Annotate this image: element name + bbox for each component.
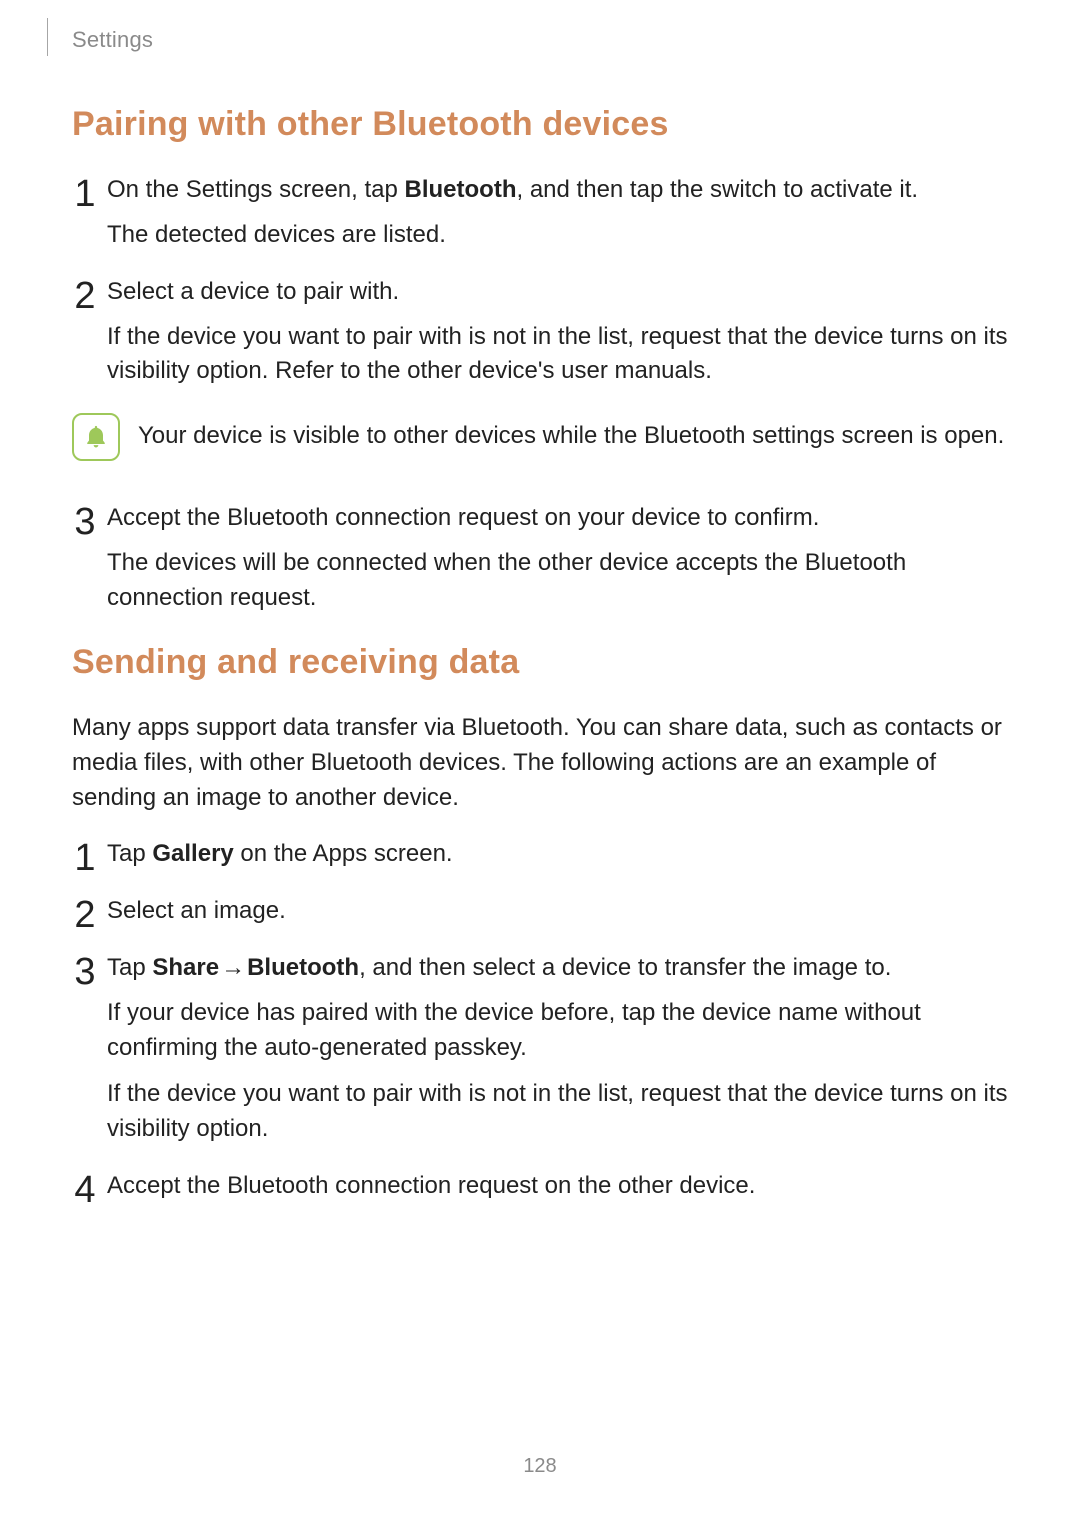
step-b3-text: Tap Share → Bluetooth, and then select a… xyxy=(107,951,1008,986)
bold-bluetooth: Bluetooth xyxy=(405,176,517,203)
step-b3-sub1: If your device has paired with the devic… xyxy=(107,996,1008,1066)
bell-icon xyxy=(72,413,120,461)
bold-bluetooth-2: Bluetooth xyxy=(247,954,359,981)
step-b1-text: Tap Gallery on the Apps screen. xyxy=(107,837,1008,872)
step-2-text: Select a device to pair with. xyxy=(107,275,1008,310)
step-3-text: Accept the Bluetooth connection request … xyxy=(107,501,1008,536)
step-2-sub: If the device you want to pair with is n… xyxy=(107,320,1008,390)
section-intro: Many apps support data transfer via Blue… xyxy=(72,711,1008,815)
step-b2: Select an image. xyxy=(72,894,1008,929)
note-box: Your device is visible to other devices … xyxy=(72,411,1008,461)
text-fragment: On the Settings screen, tap xyxy=(107,176,405,203)
header-divider xyxy=(47,18,48,56)
section-title-sending: Sending and receiving data xyxy=(72,638,1008,687)
bold-share: Share xyxy=(152,954,219,981)
breadcrumb: Settings xyxy=(72,24,153,56)
step-b1: Tap Gallery on the Apps screen. xyxy=(72,837,1008,872)
step-1-sub: The detected devices are listed. xyxy=(107,218,1008,253)
step-b3: Tap Share → Bluetooth, and then select a… xyxy=(72,951,1008,1147)
text-fragment: Tap xyxy=(107,954,152,981)
section-title-pairing: Pairing with other Bluetooth devices xyxy=(72,100,1008,149)
page-number: 128 xyxy=(0,1452,1080,1481)
text-fragment: , and then tap the switch to activate it… xyxy=(517,176,919,203)
arrow-icon: → xyxy=(219,951,247,986)
step-b4-text: Accept the Bluetooth connection request … xyxy=(107,1169,1008,1204)
step-1-text: On the Settings screen, tap Bluetooth, a… xyxy=(107,173,1008,208)
steps-list-sending: Tap Gallery on the Apps screen. Select a… xyxy=(72,837,1008,1203)
step-1: On the Settings screen, tap Bluetooth, a… xyxy=(72,173,1008,253)
step-3: Accept the Bluetooth connection request … xyxy=(72,501,1008,615)
step-2: Select a device to pair with. If the dev… xyxy=(72,275,1008,389)
bold-gallery: Gallery xyxy=(152,840,233,867)
steps-list-pairing: On the Settings screen, tap Bluetooth, a… xyxy=(72,173,1008,389)
note-text: Your device is visible to other devices … xyxy=(138,411,1008,454)
step-3-sub: The devices will be connected when the o… xyxy=(107,546,1008,616)
step-b3-sub2: If the device you want to pair with is n… xyxy=(107,1077,1008,1147)
text-fragment: Tap xyxy=(107,840,152,867)
step-b2-text: Select an image. xyxy=(107,894,1008,929)
page: Settings Pairing with other Bluetooth de… xyxy=(0,0,1080,1527)
steps-list-pairing-cont: Accept the Bluetooth connection request … xyxy=(72,501,1008,615)
step-b4: Accept the Bluetooth connection request … xyxy=(72,1169,1008,1204)
header: Settings xyxy=(72,0,1008,74)
text-fragment: , and then select a device to transfer t… xyxy=(359,954,891,981)
text-fragment: on the Apps screen. xyxy=(234,840,453,867)
